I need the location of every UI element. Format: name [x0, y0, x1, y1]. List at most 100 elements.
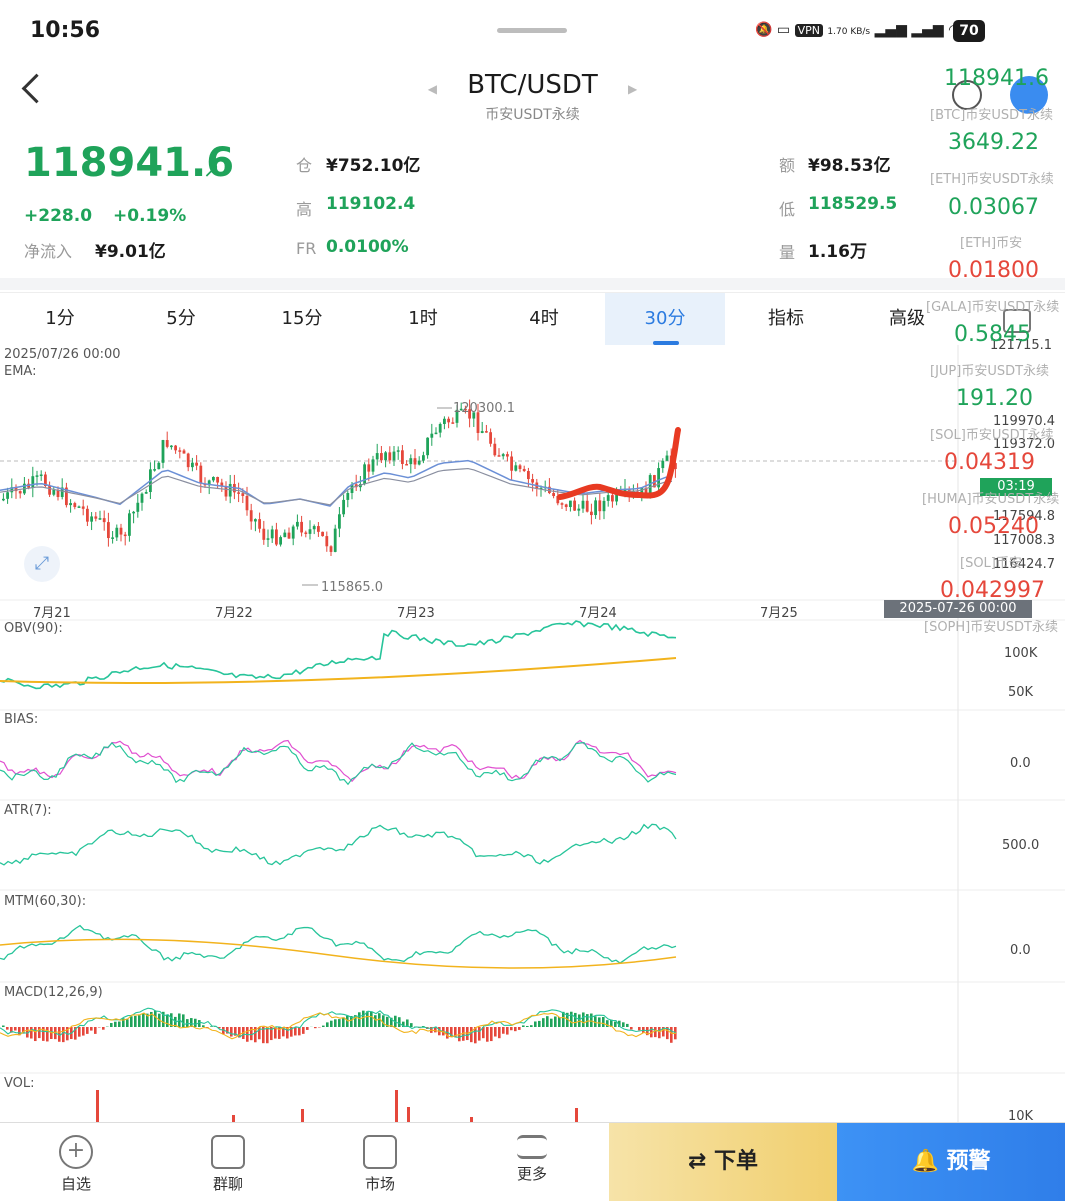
candle-body — [183, 450, 186, 453]
candle-body — [78, 506, 81, 508]
candle-body — [561, 503, 564, 505]
tab-1h[interactable]: 1时 — [363, 293, 483, 345]
amount-value: ¥98.53亿 — [808, 151, 891, 176]
candle-body — [162, 440, 165, 463]
macd-bar — [126, 1019, 129, 1027]
candle-body — [300, 522, 303, 533]
x-date-1: 7月21 — [33, 602, 71, 621]
macd-bar — [306, 1027, 309, 1030]
nav-more[interactable]: 更多 — [456, 1123, 608, 1201]
chart-area[interactable] — [0, 345, 1065, 1125]
macd-bar — [470, 1027, 473, 1042]
overlay-value-4: 0.01800 — [948, 258, 1039, 283]
price-change: +228.0 — [24, 206, 92, 226]
overlay-name-7: [HUMA]币安USDT永续 — [922, 488, 1059, 507]
candle-body — [174, 446, 177, 451]
overlay-value-6: 191.20 — [956, 386, 1033, 411]
next-pair-icon[interactable]: ▶ — [628, 82, 637, 96]
tab-5m[interactable]: 5分 — [121, 293, 241, 345]
macd-bar — [114, 1022, 117, 1027]
drag-handle[interactable] — [497, 28, 567, 33]
place-order-button[interactable]: ⇄ 下单 — [609, 1123, 837, 1201]
candle-body — [296, 522, 299, 527]
low-marker: 115865.0 — [321, 580, 383, 595]
overlay-name-9: [SOPH]币安USDT永续 — [924, 616, 1058, 635]
candle-body — [115, 528, 118, 538]
ema-label: EMA: — [4, 364, 36, 379]
macd-bar — [46, 1027, 49, 1041]
macd-bar — [558, 1017, 561, 1027]
candle-body — [565, 504, 568, 507]
kline-chart-svg[interactable] — [0, 345, 1065, 1125]
candle-body — [279, 537, 282, 544]
macd-bar — [574, 1013, 577, 1027]
candle-body — [380, 453, 383, 460]
candle-body — [73, 503, 76, 507]
prev-pair-icon[interactable]: ◀ — [428, 82, 437, 96]
macd-bar — [118, 1022, 121, 1027]
candle-body — [426, 438, 429, 455]
macd-bar — [30, 1027, 33, 1039]
pair-title[interactable]: ◀ BTC/USDT ▶ — [0, 70, 1065, 100]
candle-body — [267, 538, 270, 540]
macd-bar — [658, 1027, 661, 1038]
tab-4h[interactable]: 4时 — [484, 293, 604, 345]
candle-body — [90, 516, 93, 521]
candle-body — [489, 432, 492, 444]
x-date-5: 7月25 — [760, 602, 798, 621]
candle-body — [262, 529, 265, 540]
candle-body — [603, 501, 606, 511]
macd-bar — [490, 1027, 493, 1041]
overlay-value-9: 0.042997 — [940, 578, 1045, 603]
macd-bar — [534, 1021, 537, 1027]
candle-body — [132, 512, 135, 514]
macd-bar — [314, 1027, 317, 1028]
tab-30m[interactable]: 30分 — [605, 293, 725, 345]
macd-bar — [614, 1022, 617, 1027]
tab-indicators[interactable]: 指标 — [726, 293, 846, 345]
overlay-value-8: 0.05240 — [948, 514, 1039, 539]
candle-body — [40, 475, 43, 477]
price-alert-button[interactable]: 🔔 预警 — [837, 1123, 1065, 1201]
candle-body — [523, 469, 526, 471]
nav-market[interactable]: 市场 — [304, 1123, 456, 1201]
macd-bar — [102, 1027, 105, 1030]
candle-body — [153, 469, 156, 471]
candle-body — [31, 476, 34, 487]
more-sliders-icon — [517, 1135, 547, 1159]
overlay-name-8: [SOL]币安 — [960, 552, 1022, 571]
mtm-label: MTM(60,30): — [4, 894, 86, 909]
tab-15m[interactable]: 15分 — [242, 293, 362, 345]
candle-body — [250, 510, 253, 521]
fr-value: 0.0100% — [326, 237, 409, 257]
nav-favorites-label: 自选 — [61, 1175, 91, 1193]
candle-body — [313, 526, 316, 529]
candle-body — [2, 499, 5, 501]
oi-label: 仓 — [296, 152, 312, 176]
low-label: 低 — [779, 196, 795, 220]
fr-label: FR — [296, 239, 316, 258]
candle-body — [577, 509, 580, 511]
tab-1m[interactable]: 1分 — [0, 293, 120, 345]
macd-bar — [294, 1027, 297, 1035]
watchlist-overlay[interactable]: 118941.6 [BTC]币安USDT永续 3649.22 [ETH]币安US… — [918, 64, 1063, 624]
timeframe-tabs: 1分 5分 15分 1时 4时 30分 指标 高级 — [0, 292, 1065, 345]
macd-bar — [82, 1027, 85, 1036]
candle-body — [199, 466, 202, 484]
macd-bar — [94, 1027, 97, 1034]
macd-bar — [34, 1027, 37, 1041]
macd-bar — [110, 1023, 113, 1027]
candle-body — [418, 461, 421, 465]
candle-body — [48, 486, 51, 495]
nav-group-chat[interactable]: 群聊 — [152, 1123, 304, 1201]
nav-favorites[interactable]: + 自选 — [0, 1123, 152, 1201]
bias-label: BIAS: — [4, 712, 38, 727]
expand-icon[interactable]: ⤢ — [24, 546, 60, 582]
add-circle-icon: + — [59, 1135, 93, 1169]
candle-body — [237, 492, 240, 494]
overlay-name-1: [BTC]币安USDT永续 — [930, 104, 1053, 123]
atr-line — [0, 824, 676, 865]
macd-bar — [542, 1018, 545, 1027]
candle-body — [338, 514, 341, 528]
macd-bar — [130, 1016, 133, 1027]
